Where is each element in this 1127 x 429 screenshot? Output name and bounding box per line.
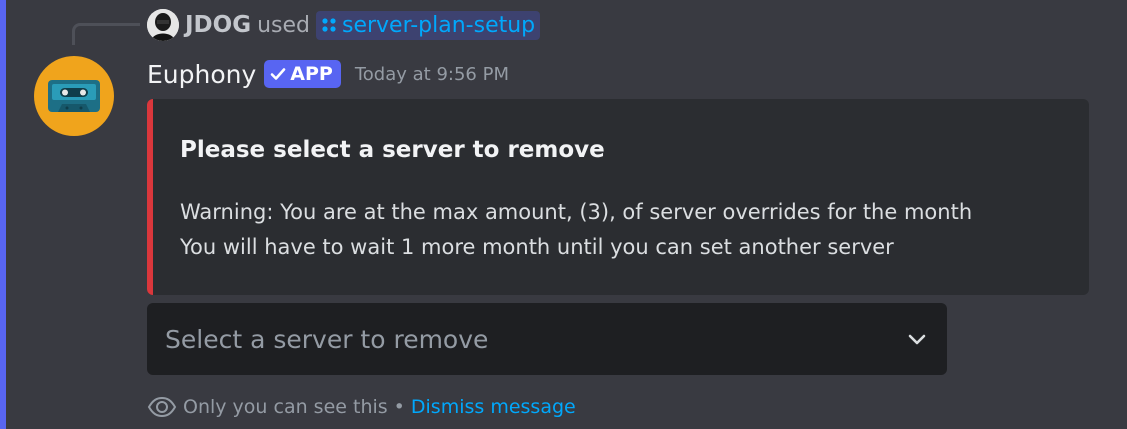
message-view: JDOG used server-plan-setup Euphony APP … <box>0 0 1127 429</box>
embed-description: Warning: You are at the max amount, (3),… <box>180 195 972 265</box>
embed-accent-bar <box>147 99 153 295</box>
dismiss-message-link[interactable]: Dismiss message <box>411 396 576 418</box>
select-placeholder: Select a server to remove <box>165 324 489 354</box>
bot-username[interactable]: Euphony <box>147 60 256 89</box>
ephemeral-footer: Only you can see this • Dismiss message <box>147 392 576 422</box>
eye-icon <box>147 396 177 418</box>
ephemeral-highlight-bar <box>0 0 6 429</box>
embed-title: Please select a server to remove <box>180 137 605 163</box>
app-command-icon <box>322 18 336 32</box>
user-avatar[interactable] <box>147 9 179 41</box>
footer-separator: • <box>393 396 405 418</box>
ephemeral-note: Only you can see this <box>183 396 388 418</box>
reply-connector <box>72 23 140 45</box>
bot-avatar[interactable] <box>34 56 114 136</box>
app-badge-label: APP <box>290 63 333 85</box>
message-timestamp[interactable]: Today at 9:56 PM <box>355 64 509 85</box>
message-header: Euphony APP Today at 9:56 PM <box>147 56 509 92</box>
chevron-down-icon <box>908 334 926 345</box>
embed-description-line: You will have to wait 1 more month until… <box>180 235 894 259</box>
app-badge: APP <box>264 60 341 88</box>
embed-description-line: Warning: You are at the max amount, (3),… <box>180 200 973 224</box>
command-name: server-plan-setup <box>342 12 536 38</box>
reply-verb: used <box>257 12 310 38</box>
command-reply-context[interactable]: JDOG used server-plan-setup <box>147 8 541 42</box>
checkmark-icon <box>270 68 286 80</box>
cassette-tape-icon <box>48 80 100 112</box>
reply-username[interactable]: JDOG <box>185 12 251 38</box>
server-select-dropdown[interactable]: Select a server to remove <box>147 303 947 375</box>
command-mention[interactable]: server-plan-setup <box>316 10 541 40</box>
embed-card: Please select a server to remove Warning… <box>147 99 1089 295</box>
